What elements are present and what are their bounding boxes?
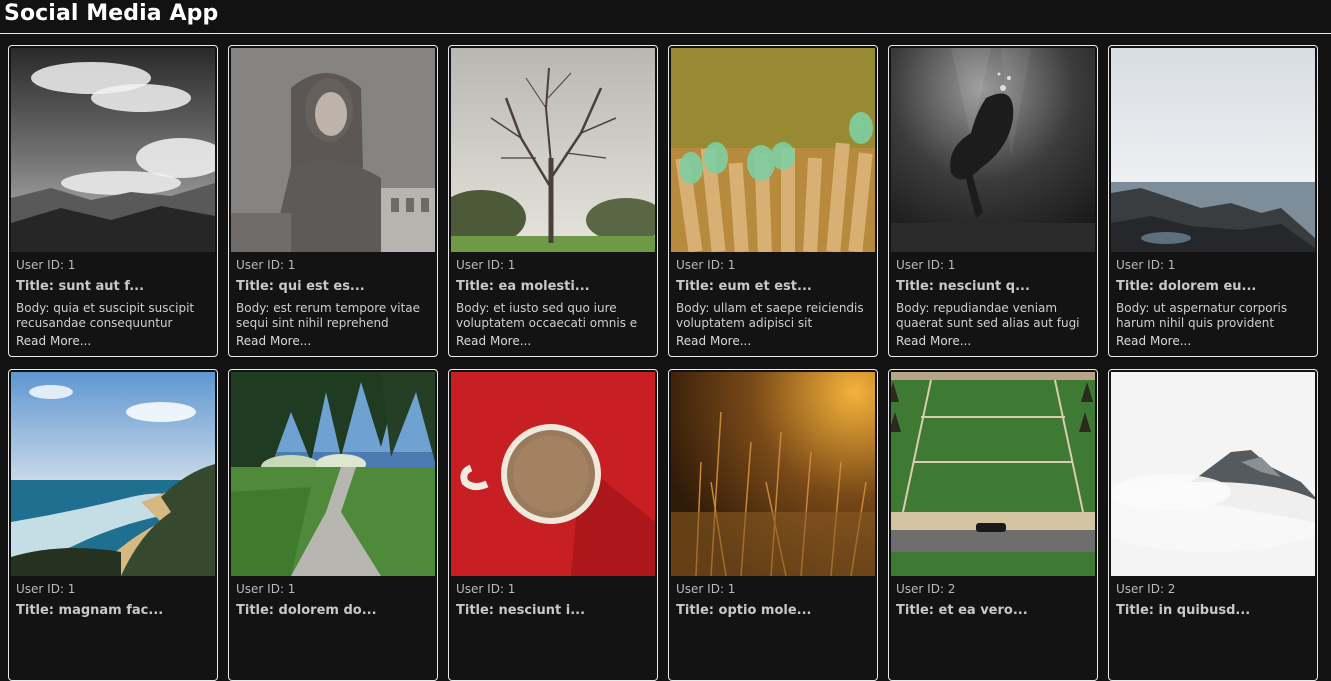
post-body: Body: quia et suscipit suscipit recusand… — [16, 301, 195, 330]
post-card[interactable]: User ID: 1 Title: nesciunt q... Body: re… — [888, 45, 1098, 357]
post-grid: User ID: 1 Title: sunt aut f... Body: qu… — [8, 45, 1318, 681]
post-body — [456, 625, 652, 655]
clouds-mountains-photo[interactable] — [11, 48, 215, 252]
fence-bottles-photo[interactable] — [671, 48, 875, 252]
post-title: Title: magnam fac... — [16, 603, 164, 618]
post-title: Title: optio mole... — [676, 603, 812, 618]
post-body — [676, 625, 872, 655]
coffee-cup-photo[interactable] — [451, 372, 655, 576]
user-id-label: User ID: 1 — [16, 258, 76, 272]
beach-coast-photo[interactable] — [11, 372, 215, 576]
post-body — [896, 625, 1092, 655]
post-body — [16, 625, 212, 655]
post-title: Title: sunt aut f... — [16, 279, 145, 294]
user-id-label: User ID: 1 — [676, 258, 736, 272]
post-body: Body: et iusto sed quo iure voluptatem o… — [456, 301, 638, 330]
app-title: Social Media App — [4, 0, 219, 26]
lawn-car-photo[interactable] — [891, 372, 1095, 576]
misty-peak-photo[interactable] — [1111, 372, 1315, 576]
post-card[interactable]: User ID: 1 Title: eum et est... Body: ul… — [668, 45, 878, 357]
post-card[interactable]: User ID: 1 Title: dolorem do... — [228, 369, 438, 681]
rocky-coast-photo[interactable] — [1111, 48, 1315, 252]
user-id-label: User ID: 1 — [236, 582, 296, 596]
post-body: Body: ullam et saepe reiciendis voluptat… — [676, 301, 864, 330]
post-title: Title: in quibusd... — [1116, 603, 1251, 618]
post-card[interactable]: User ID: 1 Title: dolorem eu... Body: ut… — [1108, 45, 1318, 357]
woman-window-photo[interactable] — [231, 48, 435, 252]
post-card[interactable]: User ID: 1 Title: ea molesti... Body: et… — [448, 45, 658, 357]
post-title: Title: dolorem eu... — [1116, 279, 1257, 294]
user-id-label: User ID: 2 — [896, 582, 956, 596]
read-more-link[interactable]: Read More... — [456, 334, 531, 349]
read-more-link[interactable]: Read More... — [16, 334, 91, 349]
user-id-label: User ID: 1 — [16, 582, 76, 596]
user-id-label: User ID: 1 — [456, 258, 516, 272]
post-body: Body: est rerum tempore vitae sequi sint… — [236, 301, 421, 330]
user-id-label: User ID: 1 — [676, 582, 736, 596]
read-more-link[interactable]: Read More... — [236, 334, 311, 349]
post-card[interactable]: User ID: 2 Title: in quibusd... — [1108, 369, 1318, 681]
read-more-link[interactable]: Read More... — [676, 334, 751, 349]
post-card[interactable]: User ID: 1 Title: sunt aut f... Body: qu… — [8, 45, 218, 357]
user-id-label: User ID: 2 — [1116, 582, 1176, 596]
post-title: Title: nesciunt q... — [896, 279, 1030, 294]
user-id-label: User ID: 1 — [1116, 258, 1176, 272]
app-header: Social Media App — [0, 0, 1331, 34]
post-card[interactable]: User ID: 1 Title: nesciunt i... — [448, 369, 658, 681]
forest-path-photo[interactable] — [231, 372, 435, 576]
underwater-diver-photo[interactable] — [891, 48, 1095, 252]
user-id-label: User ID: 1 — [896, 258, 956, 272]
bare-tree-photo[interactable] — [451, 48, 655, 252]
user-id-label: User ID: 1 — [236, 258, 296, 272]
post-title: Title: ea molesti... — [456, 279, 590, 294]
post-title: Title: et ea vero... — [896, 603, 1028, 618]
post-title: Title: eum et est... — [676, 279, 812, 294]
post-body — [236, 625, 432, 655]
post-card[interactable]: User ID: 1 Title: optio mole... — [668, 369, 878, 681]
post-title: Title: qui est es... — [236, 279, 365, 294]
post-card[interactable]: User ID: 1 Title: qui est es... Body: es… — [228, 45, 438, 357]
read-more-link[interactable]: Read More... — [896, 334, 971, 349]
post-title: Title: dolorem do... — [236, 603, 377, 618]
post-title: Title: nesciunt i... — [456, 603, 586, 618]
post-body: Body: ut aspernatur corporis harum nihil… — [1116, 301, 1288, 330]
post-body — [1116, 625, 1312, 655]
golden-grass-photo[interactable] — [671, 372, 875, 576]
user-id-label: User ID: 1 — [456, 582, 516, 596]
post-card[interactable]: User ID: 2 Title: et ea vero... — [888, 369, 1098, 681]
post-card[interactable]: User ID: 1 Title: magnam fac... — [8, 369, 218, 681]
post-body: Body: repudiandae veniam quaerat sunt se… — [896, 301, 1080, 330]
read-more-link[interactable]: Read More... — [1116, 334, 1191, 349]
